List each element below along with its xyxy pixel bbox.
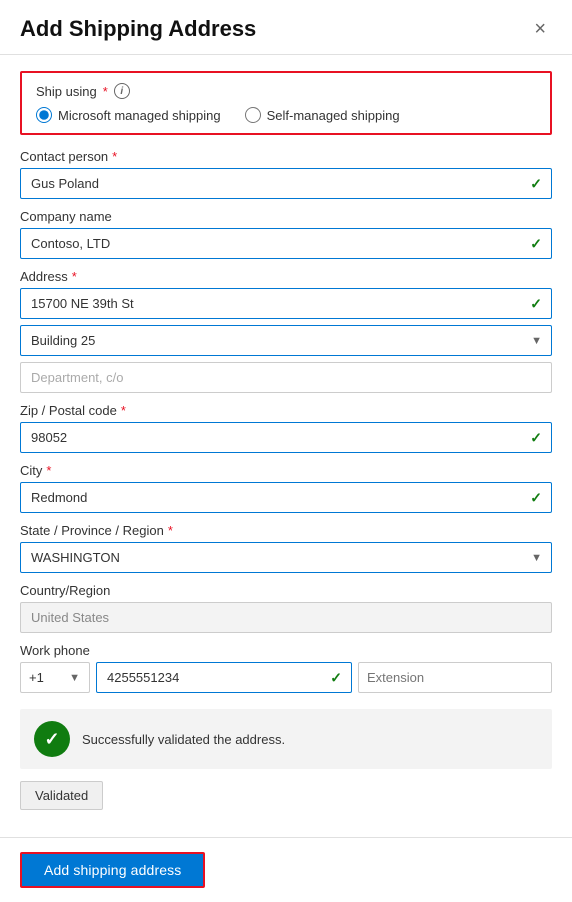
address-line1-check-icon: ✓ (530, 295, 542, 312)
ship-using-radio-group: Microsoft managed shipping Self-managed … (36, 107, 536, 123)
validation-box: ✓ Successfully validated the address. (20, 709, 552, 769)
microsoft-shipping-radio[interactable] (36, 107, 52, 123)
state-select[interactable]: WASHINGTON OREGON CALIFORNIA (20, 542, 552, 573)
work-phone-field: Work phone +1 +44 +91 ▼ ✓ (20, 643, 552, 693)
ship-using-box: Ship using * i Microsoft managed shippin… (20, 71, 552, 135)
modal-header: Add Shipping Address × (0, 0, 572, 55)
country-field: Country/Region (20, 583, 552, 633)
address-required: * (72, 269, 77, 284)
company-name-input-wrapper: ✓ (20, 228, 552, 259)
self-managed-label: Self-managed shipping (267, 108, 400, 123)
company-name-field: Company name ✓ (20, 209, 552, 259)
city-input[interactable] (20, 482, 552, 513)
phone-row: +1 +44 +91 ▼ ✓ (20, 662, 552, 693)
state-label: State / Province / Region * (20, 523, 552, 538)
microsoft-shipping-option[interactable]: Microsoft managed shipping (36, 107, 221, 123)
address-field: Address * ✓ ▼ (20, 269, 552, 393)
self-managed-radio[interactable] (245, 107, 261, 123)
contact-person-input-wrapper: ✓ (20, 168, 552, 199)
phone-number-wrapper: ✓ (96, 662, 352, 693)
company-name-check-icon: ✓ (530, 235, 542, 252)
contact-person-required: * (112, 149, 117, 164)
contact-person-label: Contact person * (20, 149, 552, 164)
city-field: City * ✓ (20, 463, 552, 513)
country-input-wrapper (20, 602, 552, 633)
phone-code-select[interactable]: +1 +44 +91 (20, 662, 90, 693)
phone-code-wrapper: +1 +44 +91 ▼ (20, 662, 90, 693)
zip-input-wrapper: ✓ (20, 422, 552, 453)
address-line1-wrapper: ✓ (20, 288, 552, 319)
company-name-input[interactable] (20, 228, 552, 259)
city-label: City * (20, 463, 552, 478)
state-required: * (168, 523, 173, 538)
address-label: Address * (20, 269, 552, 284)
validated-button-wrapper: Validated (20, 781, 552, 810)
self-managed-option[interactable]: Self-managed shipping (245, 107, 400, 123)
close-button[interactable]: × (528, 17, 552, 41)
ship-using-label: Ship using * i (36, 83, 536, 99)
add-shipping-address-modal: Add Shipping Address × Ship using * i Mi… (0, 0, 572, 902)
zip-label: Zip / Postal code * (20, 403, 552, 418)
phone-number-input[interactable] (96, 662, 352, 693)
modal-body: Ship using * i Microsoft managed shippin… (0, 55, 572, 837)
zip-required: * (121, 403, 126, 418)
state-field: State / Province / Region * WASHINGTON O… (20, 523, 552, 573)
work-phone-label: Work phone (20, 643, 552, 658)
country-input (20, 602, 552, 633)
validation-success-icon: ✓ (34, 721, 70, 757)
modal-title: Add Shipping Address (20, 16, 256, 42)
country-label: Country/Region (20, 583, 552, 598)
modal-footer: Add shipping address (0, 837, 572, 902)
phone-number-check-icon: ✓ (330, 669, 342, 686)
validated-button[interactable]: Validated (20, 781, 103, 810)
extension-input[interactable] (358, 662, 552, 693)
zip-field: Zip / Postal code * ✓ (20, 403, 552, 453)
add-shipping-address-button[interactable]: Add shipping address (20, 852, 205, 888)
validation-message: Successfully validated the address. (82, 732, 285, 747)
info-icon[interactable]: i (114, 83, 130, 99)
ship-using-required: * (103, 84, 108, 99)
ship-using-text: Ship using (36, 84, 97, 99)
validation-check-icon: ✓ (44, 729, 59, 750)
zip-input[interactable] (20, 422, 552, 453)
company-name-label: Company name (20, 209, 552, 224)
address-line2-input[interactable] (20, 325, 552, 356)
zip-check-icon: ✓ (530, 429, 542, 446)
contact-person-check-icon: ✓ (530, 175, 542, 192)
address-line2-wrapper: ▼ (20, 325, 552, 356)
address-line3-wrapper (20, 362, 552, 393)
address-line1-input[interactable] (20, 288, 552, 319)
microsoft-shipping-label: Microsoft managed shipping (58, 108, 221, 123)
city-check-icon: ✓ (530, 489, 542, 506)
address-line3-input[interactable] (20, 362, 552, 393)
city-required: * (46, 463, 51, 478)
contact-person-input[interactable] (20, 168, 552, 199)
state-select-wrapper: WASHINGTON OREGON CALIFORNIA ▼ (20, 542, 552, 573)
city-input-wrapper: ✓ (20, 482, 552, 513)
contact-person-field: Contact person * ✓ (20, 149, 552, 199)
